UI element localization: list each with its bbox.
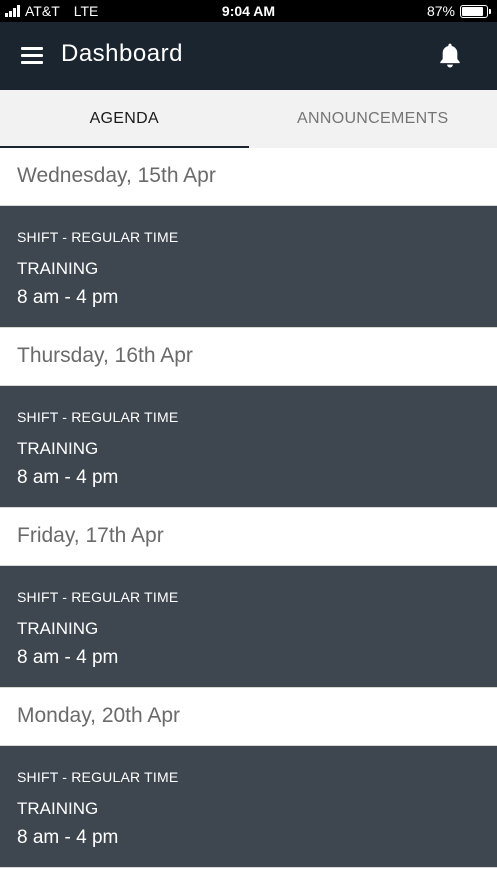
shift-type: SHIFT - REGULAR TIME (17, 589, 179, 605)
day-header: Wednesday, 15th Apr (0, 148, 497, 206)
hamburger-menu-icon[interactable] (21, 47, 43, 64)
bell-icon[interactable] (437, 42, 463, 70)
shift-type: SHIFT - REGULAR TIME (17, 229, 179, 245)
status-time: 9:04 AM (221, 3, 276, 19)
shift-time: 8 am - 4 pm (17, 647, 119, 668)
shift-card[interactable]: SHIFT - REGULAR TIME TRAINING 8 am - 4 p… (0, 386, 497, 508)
shift-name: TRAINING (17, 799, 99, 818)
shift-card[interactable]: SHIFT - REGULAR TIME TRAINING 8 am - 4 p… (0, 566, 497, 688)
agenda-day: Monday, 20th Apr SHIFT - REGULAR TIME TR… (0, 688, 497, 868)
page-title: Dashboard (61, 40, 183, 67)
battery-fill (462, 6, 483, 16)
shift-time: 8 am - 4 pm (17, 287, 119, 308)
shift-time: 8 am - 4 pm (17, 827, 119, 848)
tab-bar: AGENDA ANNOUNCEMENTS (0, 90, 497, 148)
agenda-list: Wednesday, 15th Apr SHIFT - REGULAR TIME… (0, 148, 497, 868)
day-header: Friday, 17th Apr (0, 508, 497, 566)
status-bar: AT&T LTE 9:04 AM 87% (0, 0, 497, 22)
tab-announcements[interactable]: ANNOUNCEMENTS (249, 90, 497, 148)
status-right: 87% (427, 3, 491, 19)
shift-name: TRAINING (17, 619, 99, 638)
shift-type: SHIFT - REGULAR TIME (17, 409, 179, 425)
battery-icon (460, 4, 488, 18)
battery-percent: 87% (426, 3, 455, 19)
shift-card[interactable]: SHIFT - REGULAR TIME TRAINING 8 am - 4 p… (0, 746, 497, 868)
tab-agenda[interactable]: AGENDA (0, 90, 249, 148)
agenda-day: Friday, 17th Apr SHIFT - REGULAR TIME TR… (0, 508, 497, 688)
agenda-day: Wednesday, 15th Apr SHIFT - REGULAR TIME… (0, 148, 497, 328)
day-header: Thursday, 16th Apr (0, 328, 497, 386)
shift-name: TRAINING (17, 259, 99, 278)
shift-card[interactable]: SHIFT - REGULAR TIME TRAINING 8 am - 4 p… (0, 206, 497, 328)
battery-tip (489, 8, 491, 14)
app-bar: Dashboard (0, 22, 497, 90)
day-header: Monday, 20th Apr (0, 688, 497, 746)
shift-name: TRAINING (17, 439, 99, 458)
agenda-day: Thursday, 16th Apr SHIFT - REGULAR TIME … (0, 328, 497, 508)
shift-type: SHIFT - REGULAR TIME (17, 769, 179, 785)
shift-time: 8 am - 4 pm (17, 467, 119, 488)
